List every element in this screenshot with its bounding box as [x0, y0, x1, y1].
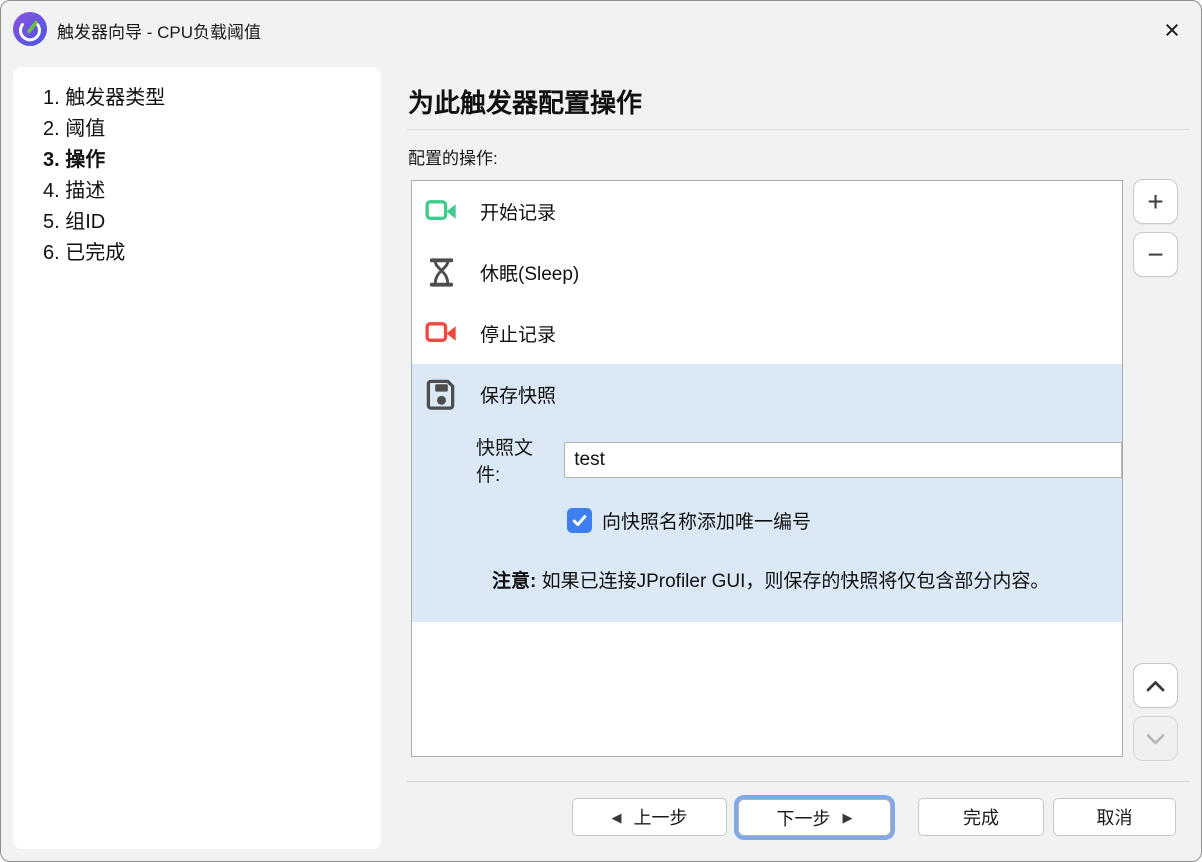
snapshot-file-row: 快照文件: — [412, 433, 1122, 487]
arrow-left-icon: ◀ — [612, 811, 622, 824]
unique-number-row[interactable]: 向快照名称添加唯一编号 — [567, 507, 1122, 534]
unique-number-checkbox[interactable] — [567, 508, 592, 533]
step-finished: 6. 已完成 — [43, 238, 381, 269]
record-start-icon — [425, 195, 458, 228]
step-threshold: 2. 阈值 — [43, 114, 381, 145]
next-label: 下一步 — [777, 805, 831, 831]
record-stop-icon — [425, 317, 458, 350]
hourglass-icon — [425, 256, 458, 289]
chevron-up-icon — [1145, 679, 1166, 693]
list-item-start-recording[interactable]: 开始记录 — [412, 181, 1122, 242]
unique-number-label: 向快照名称添加唯一编号 — [602, 507, 811, 534]
configured-actions-label: 配置的操作: — [408, 144, 498, 169]
wizard-steps-sidebar: 1. 触发器类型 2. 阈值 3. 操作 4. 描述 5. 组ID 6. 已完成 — [13, 67, 381, 849]
chevron-down-icon — [1145, 732, 1166, 746]
cancel-button[interactable]: 取消 — [1053, 798, 1176, 836]
arrow-right-icon: ▶ — [843, 811, 853, 824]
step-actions-current: 3. 操作 — [43, 145, 381, 176]
title-bar: 触发器向导 - CPU负载阈值 × — [1, 1, 1201, 59]
step-group-id: 5. 组ID — [43, 207, 381, 238]
snapshot-file-input[interactable] — [564, 442, 1122, 478]
page-title: 为此触发器配置操作 — [408, 83, 642, 120]
remove-action-button[interactable]: − — [1133, 232, 1178, 277]
save-snapshot-icon — [425, 378, 458, 411]
action-label: 停止记录 — [480, 320, 556, 347]
next-button[interactable]: 下一步 ▶ — [738, 799, 891, 836]
action-label: 休眠(Sleep) — [480, 259, 579, 286]
step-description: 4. 描述 — [43, 176, 381, 207]
move-up-button[interactable] — [1133, 663, 1178, 708]
list-item-sleep[interactable]: 休眠(Sleep) — [412, 242, 1122, 303]
note-prefix: 注意: — [492, 571, 536, 592]
finish-button[interactable]: 完成 — [918, 798, 1044, 836]
actions-list: 开始记录 休眠(Sleep) 停止记录 — [411, 180, 1123, 757]
list-item-save-snapshot-selected[interactable]: 保存快照 — [412, 364, 1122, 425]
list-item-stop-recording[interactable]: 停止记录 — [412, 303, 1122, 364]
add-action-button[interactable]: + — [1133, 179, 1178, 224]
back-button[interactable]: ◀ 上一步 — [572, 798, 727, 836]
trigger-wizard-dialog: 触发器向导 - CPU负载阈值 × 1. 触发器类型 2. 阈值 3. 操作 4… — [0, 0, 1202, 862]
snapshot-file-label: 快照文件: — [476, 433, 557, 487]
note-text: 如果已连接JProfiler GUI，则保存的快照将仅包含部分内容。 — [536, 571, 1049, 592]
window-title: 触发器向导 - CPU负载阈值 — [57, 1, 261, 59]
close-icon[interactable]: × — [1155, 13, 1189, 47]
action-label: 开始记录 — [480, 198, 556, 225]
back-label: 上一步 — [634, 804, 688, 830]
snapshot-note: 注意: 如果已连接JProfiler GUI，则保存的快照将仅包含部分内容。 — [492, 567, 1084, 597]
checkmark-icon — [571, 512, 588, 529]
move-down-button[interactable] — [1133, 716, 1178, 761]
jprofiler-logo-icon — [12, 11, 48, 47]
selected-action-panel: 保存快照 快照文件: 向快照名称添加唯一编号 注意: 如果已连接JProfile… — [412, 364, 1122, 622]
action-label: 保存快照 — [480, 381, 556, 408]
step-trigger-type: 1. 触发器类型 — [43, 83, 381, 114]
footer-divider — [407, 781, 1189, 782]
header-divider — [407, 129, 1189, 130]
